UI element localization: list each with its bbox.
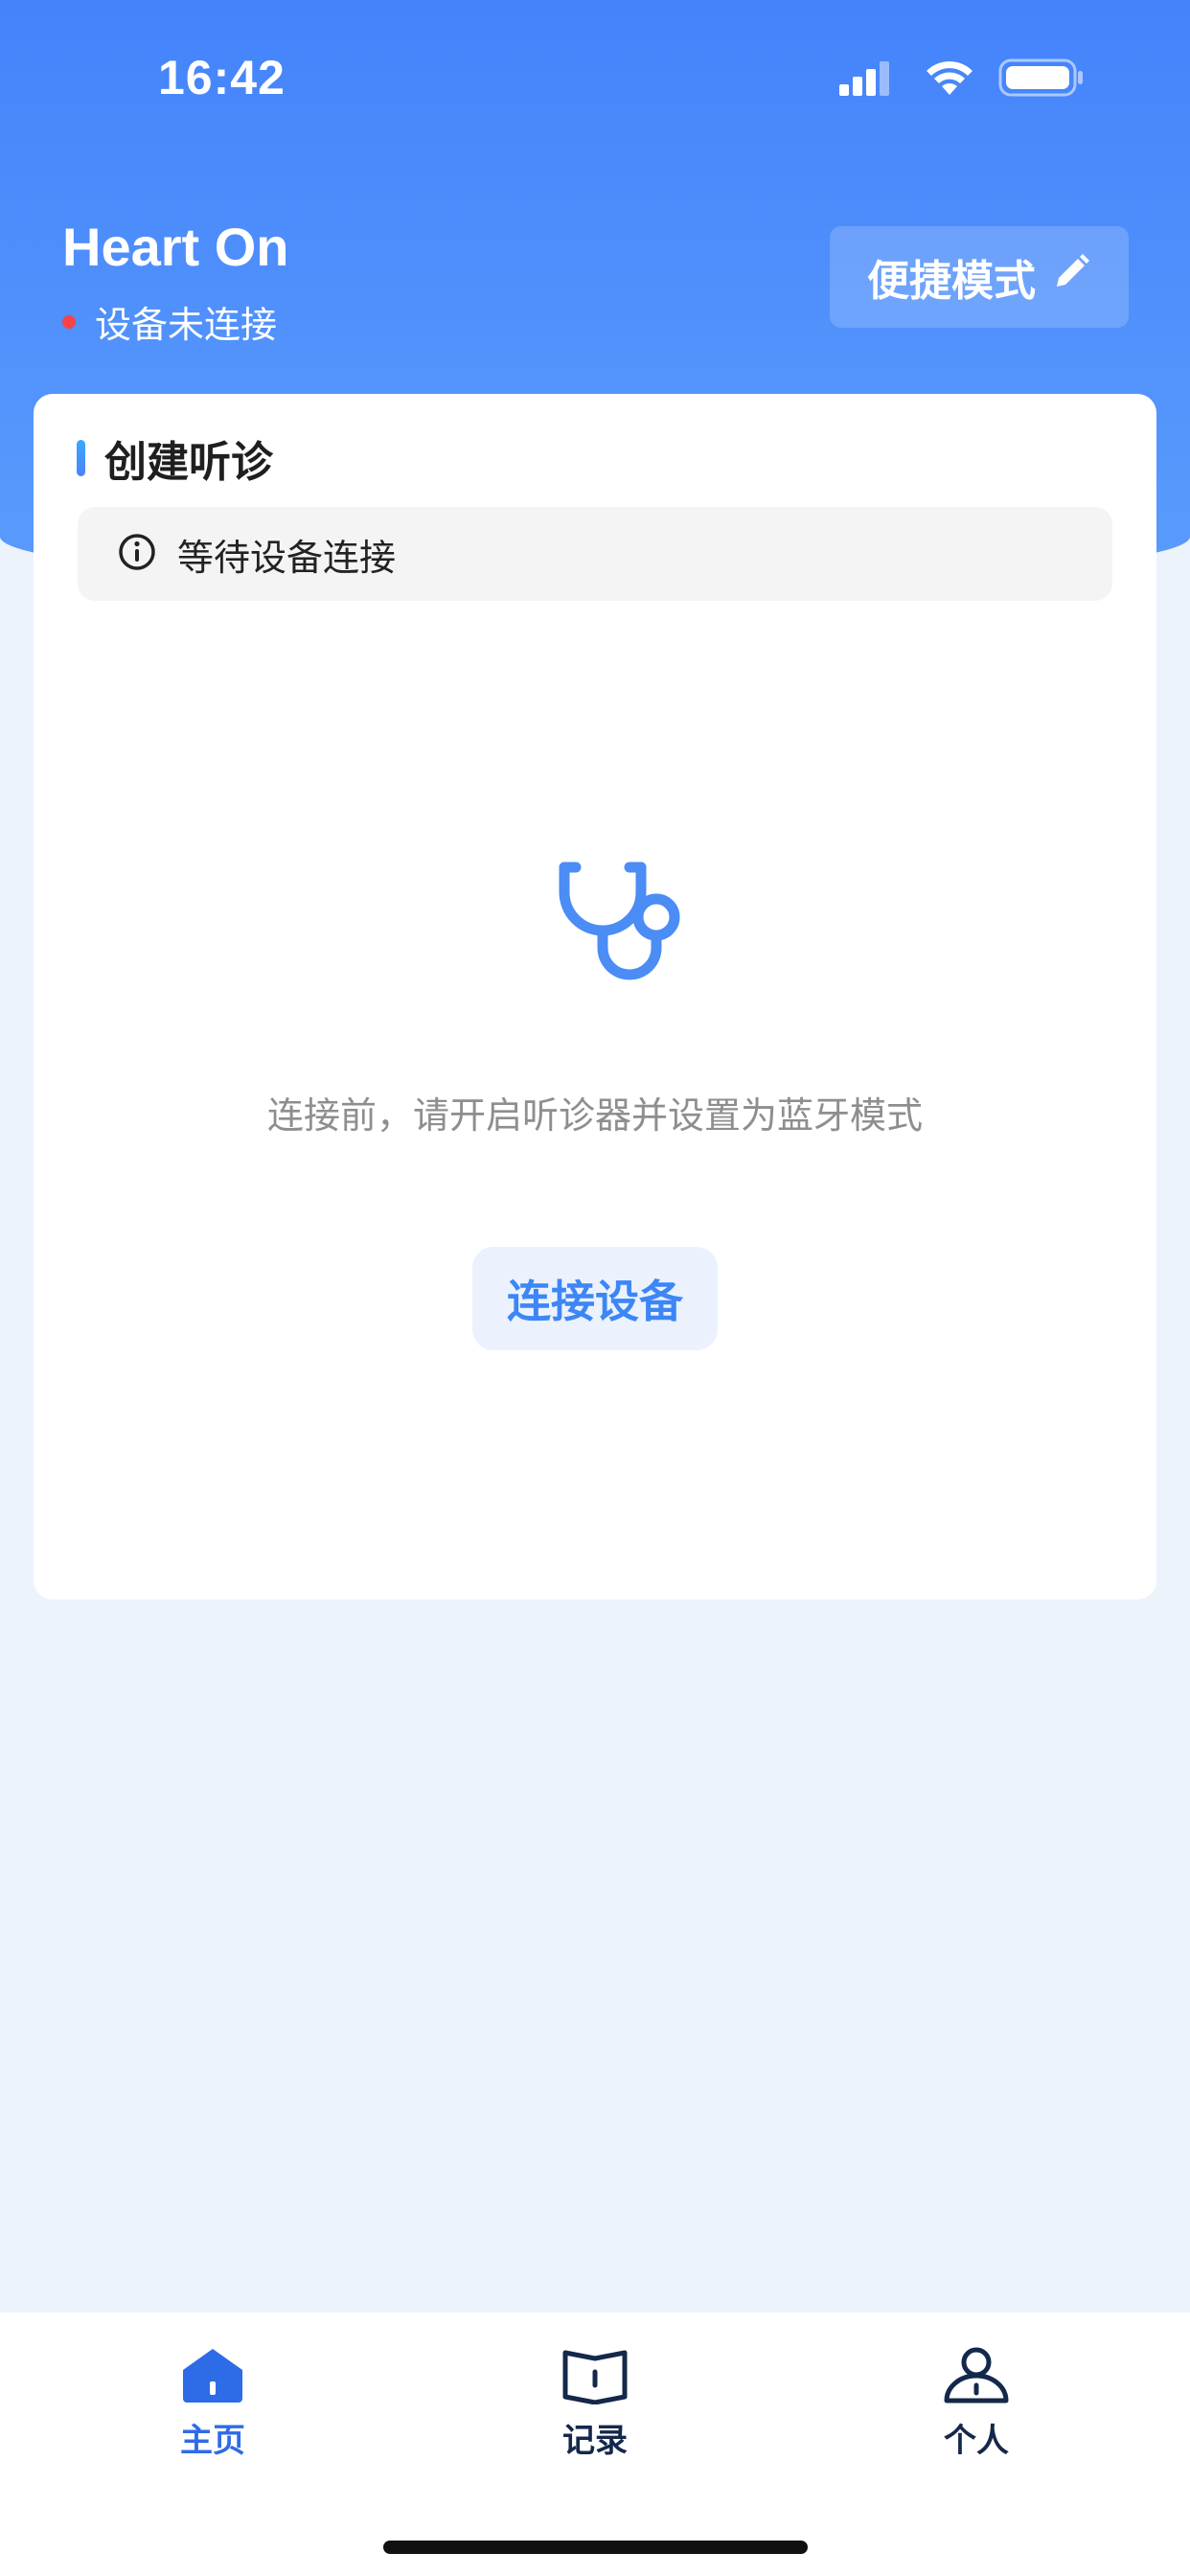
battery-icon — [998, 58, 1085, 102]
create-auscultation-card: 创建听诊 等待设备连接 连接前，请开启听诊器并设置为蓝牙模式 连接设备 — [34, 394, 1156, 1599]
home-icon — [179, 2345, 246, 2408]
pencil-icon — [1051, 252, 1091, 303]
tab-profile[interactable]: 个人 — [861, 2345, 1091, 2461]
status-dot — [62, 314, 76, 329]
app-title: Heart On — [62, 217, 289, 277]
status-time: 16:42 — [158, 51, 286, 104]
quick-mode-button[interactable]: 便捷模式 — [830, 226, 1129, 328]
tab-records[interactable]: 记录 — [480, 2345, 710, 2461]
tab-bar: 主页 记录 个人 — [0, 2312, 1190, 2576]
person-icon — [943, 2345, 1010, 2408]
cellular-signal-icon — [839, 59, 901, 100]
card-title: 创建听诊 — [104, 438, 273, 487]
info-icon — [118, 533, 156, 575]
tab-home-label: 主页 — [180, 2422, 245, 2460]
card-header: 创建听诊 — [77, 427, 273, 489]
connection-hint: 连接前，请开启听诊器并设置为蓝牙模式 — [266, 1094, 923, 1137]
title-accent-bar — [77, 440, 85, 476]
tab-home[interactable]: 主页 — [98, 2345, 328, 2461]
tab-records-label: 记录 — [562, 2422, 628, 2460]
connect-device-button[interactable]: 连接设备 — [472, 1247, 718, 1350]
tab-profile-label: 个人 — [944, 2422, 1009, 2460]
device-notice: 等待设备连接 — [78, 507, 1112, 601]
stethoscope-icon — [547, 844, 700, 1001]
wifi-icon — [924, 58, 975, 101]
notice-text: 等待设备连接 — [177, 536, 397, 579]
connection-status: 设备未连接 — [62, 295, 277, 348]
connection-status-text: 设备未连接 — [95, 304, 278, 346]
status-icons — [839, 58, 1085, 102]
book-icon — [561, 2345, 629, 2408]
home-indicator — [383, 2541, 808, 2554]
quick-mode-label: 便捷模式 — [867, 257, 1036, 306]
